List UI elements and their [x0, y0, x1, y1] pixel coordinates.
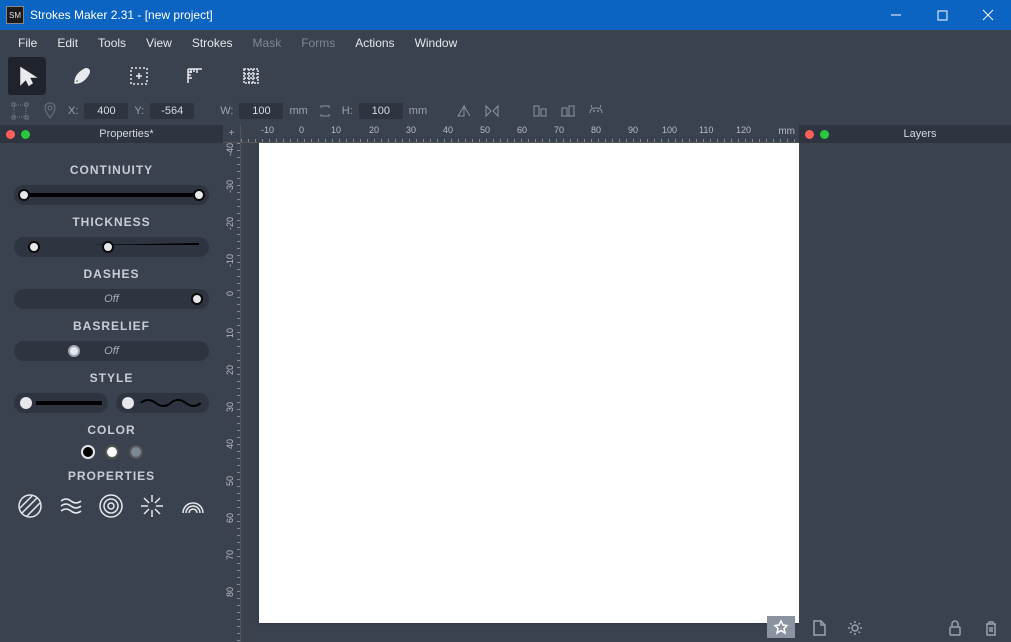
menu-view[interactable]: View: [136, 33, 182, 53]
gear-icon[interactable]: [845, 618, 865, 638]
w-field[interactable]: 100: [239, 103, 283, 119]
layers-close-dot[interactable]: [805, 130, 814, 139]
align-icon-2[interactable]: [557, 100, 579, 122]
menu-actions[interactable]: Actions: [345, 33, 404, 53]
vertical-ruler[interactable]: -40 -30 -20 -10 0 10 20 30 40 50 60 70 8…: [223, 143, 241, 642]
favorite-button[interactable]: [767, 616, 795, 638]
pattern-hatch-icon[interactable]: [15, 491, 45, 521]
properties-panel-title: Properties*: [36, 128, 217, 140]
canvas[interactable]: [241, 143, 799, 642]
color-black[interactable]: [81, 445, 95, 459]
y-field[interactable]: -564: [150, 103, 194, 119]
menu-window[interactable]: Window: [405, 33, 468, 53]
horizontal-ruler[interactable]: + -10 0 10 20 30 40 50 60 70 80 90 100 1…: [223, 125, 799, 143]
continuity-label: CONTINUITY: [14, 163, 209, 177]
properties-panel: Properties* CONTINUITY THICKNESS DASHES …: [0, 125, 223, 642]
thickness-slider[interactable]: [14, 237, 209, 257]
tool-grid[interactable]: [232, 57, 270, 95]
h-label: H:: [342, 105, 353, 117]
maximize-button[interactable]: [919, 0, 965, 30]
link-wh-icon[interactable]: [314, 100, 336, 122]
menu-edit[interactable]: Edit: [47, 33, 88, 53]
layers-list[interactable]: [799, 143, 1011, 614]
style-wave[interactable]: [116, 393, 210, 413]
style-label: STYLE: [14, 371, 209, 385]
cat-icon[interactable]: [585, 100, 607, 122]
x-field[interactable]: 400: [84, 103, 128, 119]
pattern-burst-icon[interactable]: [137, 491, 167, 521]
canvas-area: + -10 0 10 20 30 40 50 60 70 80 90 100 1…: [223, 125, 799, 642]
properties-label: PROPERTIES: [14, 469, 209, 483]
ruler-unit: mm: [778, 126, 795, 137]
pattern-spiral-icon[interactable]: [96, 491, 126, 521]
tool-pen[interactable]: [64, 57, 102, 95]
pin-icon[interactable]: [38, 99, 62, 123]
tool-bounds[interactable]: [120, 57, 158, 95]
lock-icon[interactable]: [945, 618, 965, 638]
dashes-label: DASHES: [14, 267, 209, 281]
window-title: Strokes Maker 2.31 - [new project]: [30, 8, 213, 22]
layers-panel: Layers: [799, 125, 1011, 642]
flip-h-icon[interactable]: [453, 100, 475, 122]
tool-measure[interactable]: [176, 57, 214, 95]
menu-strokes[interactable]: Strokes: [182, 33, 243, 53]
app-icon: SM: [6, 6, 24, 24]
basrelief-toggle[interactable]: Off: [14, 341, 209, 361]
menu-mask: Mask: [243, 33, 292, 53]
panel-minmax-dot[interactable]: [21, 130, 30, 139]
new-layer-icon[interactable]: [809, 618, 829, 638]
dashes-toggle[interactable]: Off: [14, 289, 209, 309]
align-icon-1[interactable]: [529, 100, 551, 122]
layers-minmax-dot[interactable]: [820, 130, 829, 139]
continuity-slider[interactable]: [14, 185, 209, 205]
tool-pointer[interactable]: [8, 57, 46, 95]
panel-close-dot[interactable]: [6, 130, 15, 139]
pattern-arc-icon[interactable]: [178, 491, 208, 521]
menu-file[interactable]: File: [8, 33, 47, 53]
menu-tools[interactable]: Tools: [88, 33, 136, 53]
thickness-label: THICKNESS: [14, 215, 209, 229]
basrelief-label: BASRELIEF: [14, 319, 209, 333]
y-label: Y:: [134, 105, 144, 117]
layers-panel-title: Layers: [835, 128, 1005, 140]
pattern-wave-icon[interactable]: [56, 491, 86, 521]
menu-forms: Forms: [291, 33, 345, 53]
h-unit: mm: [409, 105, 427, 117]
color-white[interactable]: [105, 445, 119, 459]
h-field[interactable]: 100: [359, 103, 403, 119]
coordbar: X: 400 Y: -564 W: 100 mm H: 100 mm: [0, 97, 1011, 125]
trash-icon[interactable]: [981, 618, 1001, 638]
close-button[interactable]: [965, 0, 1011, 30]
color-gray[interactable]: [129, 445, 143, 459]
minimize-button[interactable]: [873, 0, 919, 30]
x-label: X:: [68, 105, 78, 117]
w-label: W:: [220, 105, 233, 117]
page[interactable]: [259, 143, 799, 623]
transform-icon[interactable]: [8, 99, 32, 123]
color-label: COLOR: [14, 423, 209, 437]
w-unit: mm: [289, 105, 307, 117]
flip-v-icon[interactable]: [481, 100, 503, 122]
toolbar: [0, 55, 1011, 97]
style-line[interactable]: [14, 393, 108, 413]
ruler-corner[interactable]: +: [223, 125, 241, 143]
menubar: File Edit Tools View Strokes Mask Forms …: [0, 30, 1011, 55]
